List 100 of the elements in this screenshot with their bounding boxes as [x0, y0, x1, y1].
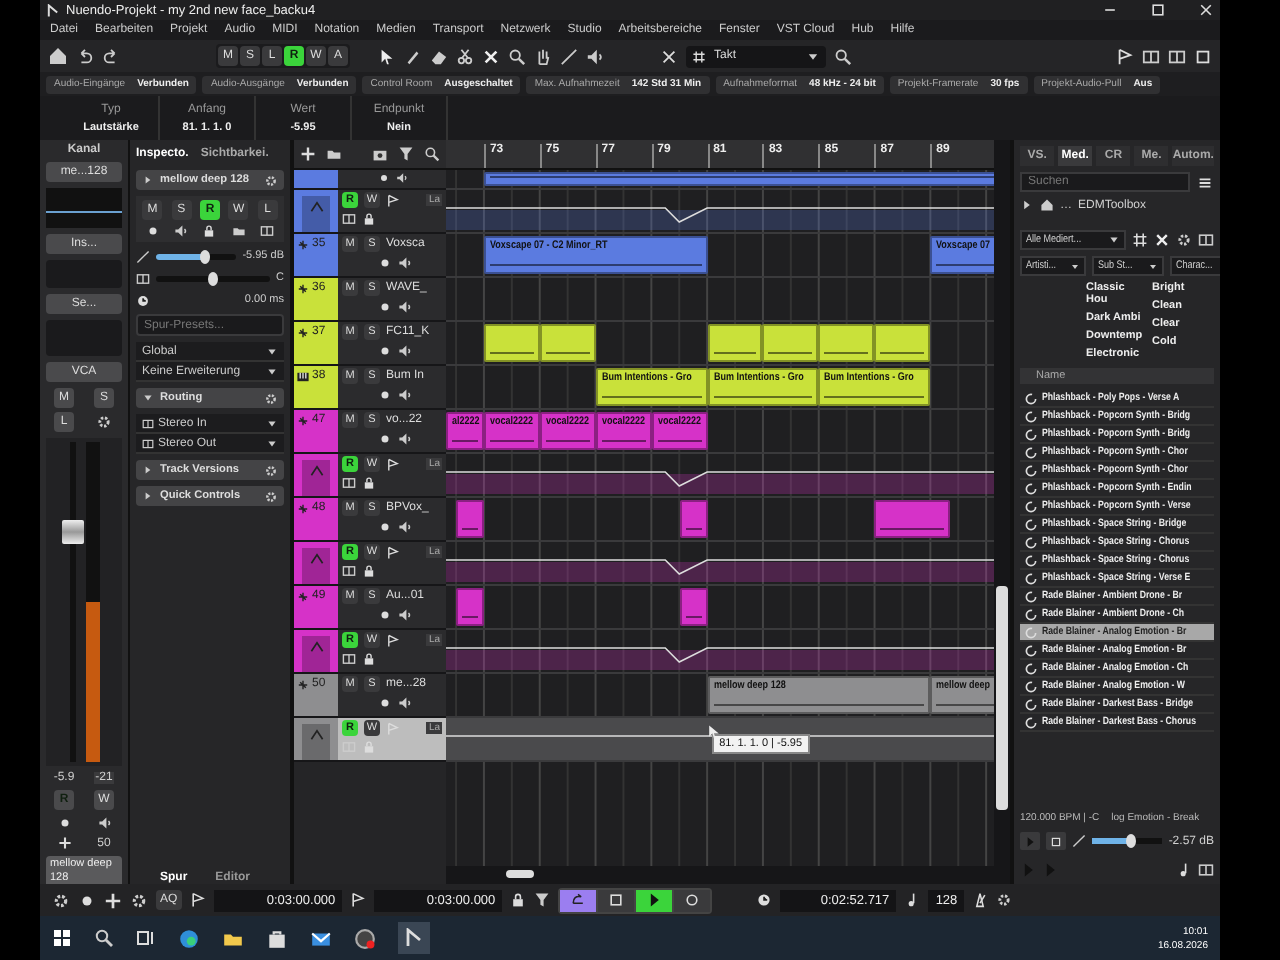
columns-icon[interactable]	[1132, 232, 1148, 248]
slider-knob[interactable]	[1125, 834, 1136, 848]
record-icon[interactable]	[378, 608, 392, 622]
audio-clip[interactable]	[707, 324, 763, 362]
left-locator-icon[interactable]	[189, 892, 206, 908]
speaker-icon[interactable]	[398, 344, 412, 358]
speaker-icon[interactable]	[586, 47, 604, 65]
flag-icon[interactable]	[386, 193, 400, 207]
lock-icon[interactable]	[509, 892, 526, 908]
record-icon[interactable]	[378, 432, 392, 446]
audio-clip[interactable]	[679, 500, 708, 538]
record-icon[interactable]	[378, 256, 392, 270]
eq-display[interactable]	[46, 188, 122, 228]
lock-icon[interactable]	[362, 564, 376, 578]
audio-clip[interactable]	[539, 324, 596, 362]
panel-icon[interactable]	[342, 652, 356, 666]
speaker-icon[interactable]	[398, 256, 412, 270]
panel-icon[interactable]	[1198, 861, 1214, 877]
slider-knob[interactable]	[199, 249, 210, 263]
scrollbar-thumb[interactable]	[506, 870, 534, 878]
eraser-icon[interactable]	[430, 47, 448, 65]
flag-icon[interactable]	[386, 633, 400, 647]
windows-start-icon[interactable]	[52, 928, 72, 948]
pencil-icon[interactable]	[404, 47, 422, 65]
maximize-icon[interactable]	[1150, 2, 1166, 18]
speaker-icon[interactable]	[174, 224, 189, 238]
lock-icon[interactable]	[362, 652, 376, 666]
cycle-button[interactable]	[559, 889, 596, 911]
audio-clip[interactable]	[456, 588, 484, 626]
gear-icon[interactable]	[1176, 232, 1192, 248]
record-button[interactable]	[673, 889, 710, 911]
stop-button[interactable]	[1046, 832, 1066, 850]
clock-icon[interactable]	[755, 892, 772, 908]
audio-clip[interactable]	[679, 588, 708, 626]
gear-icon[interactable]	[264, 391, 278, 405]
panel-icon[interactable]	[1198, 232, 1214, 248]
store-icon[interactable]	[266, 927, 288, 949]
preview-volume-slider[interactable]	[1092, 838, 1163, 844]
record-icon[interactable]	[378, 344, 392, 358]
folder-icon[interactable]	[326, 146, 342, 162]
flag-icon[interactable]	[386, 545, 400, 559]
search-icon[interactable]	[94, 928, 114, 948]
record-icon[interactable]	[378, 300, 392, 314]
slider-knob[interactable]	[208, 271, 218, 285]
lock-icon[interactable]	[362, 212, 376, 226]
redo-icon[interactable]	[102, 47, 120, 65]
tempo-icon[interactable]	[903, 892, 920, 908]
lock-icon[interactable]	[362, 476, 376, 490]
back-icon[interactable]	[1020, 198, 1034, 212]
home-icon[interactable]	[1040, 198, 1054, 212]
audio-clip[interactable]	[456, 500, 484, 538]
add-track-icon[interactable]	[300, 146, 316, 162]
flag-icon[interactable]	[386, 457, 400, 471]
speaker-icon[interactable]	[398, 300, 412, 314]
speaker-icon[interactable]	[97, 816, 111, 830]
panel-icon[interactable]	[342, 564, 356, 578]
audio-clip[interactable]	[874, 324, 931, 362]
panel-icon[interactable]	[342, 212, 356, 226]
speaker-icon[interactable]	[396, 172, 408, 184]
play-button[interactable]	[635, 889, 672, 911]
audio-clip[interactable]	[818, 324, 875, 362]
volume-slider[interactable]	[156, 253, 237, 259]
record-mode-icon[interactable]	[78, 891, 96, 909]
select-arrow-icon[interactable]	[378, 47, 396, 65]
lock-icon[interactable]	[202, 224, 217, 238]
audio-clip[interactable]	[483, 324, 540, 362]
browser-icon[interactable]	[178, 927, 200, 949]
record-icon[interactable]	[378, 172, 390, 184]
layout-icon[interactable]	[1168, 47, 1186, 65]
disc-app-icon[interactable]	[354, 927, 376, 949]
x-icon[interactable]	[660, 47, 678, 65]
mail-icon[interactable]	[310, 927, 332, 949]
active-app-button[interactable]	[398, 922, 430, 954]
audio-clip[interactable]	[762, 324, 819, 362]
camera-icon[interactable]	[372, 146, 388, 162]
panel-icon[interactable]	[260, 224, 275, 238]
record-icon[interactable]	[145, 224, 160, 238]
record-icon[interactable]	[378, 388, 392, 402]
mute-cross-icon[interactable]	[482, 47, 500, 65]
settings-icon[interactable]	[995, 892, 1012, 908]
window-icon[interactable]	[1194, 47, 1212, 65]
scrollbar-thumb[interactable]	[996, 586, 1008, 810]
fader-handle[interactable]	[61, 519, 83, 544]
scissors-icon[interactable]	[456, 47, 474, 65]
hand-icon[interactable]	[534, 47, 552, 65]
speaker-icon[interactable]	[398, 520, 412, 534]
search-icon[interactable]	[834, 47, 852, 65]
record-icon[interactable]	[378, 520, 392, 534]
filter-icon[interactable]	[398, 146, 414, 162]
undo-icon[interactable]	[76, 47, 94, 65]
folder-icon[interactable]	[231, 224, 246, 238]
filter-icon[interactable]	[533, 892, 550, 908]
zoom-icon[interactable]	[508, 47, 526, 65]
stop-button[interactable]	[597, 889, 634, 911]
note-icon[interactable]	[1176, 861, 1192, 877]
speaker-icon[interactable]	[398, 696, 412, 710]
list-icon[interactable]	[1196, 173, 1214, 191]
shuffle-icon[interactable]	[1154, 232, 1170, 248]
gear-icon[interactable]	[264, 173, 278, 187]
line-icon[interactable]	[560, 47, 578, 65]
